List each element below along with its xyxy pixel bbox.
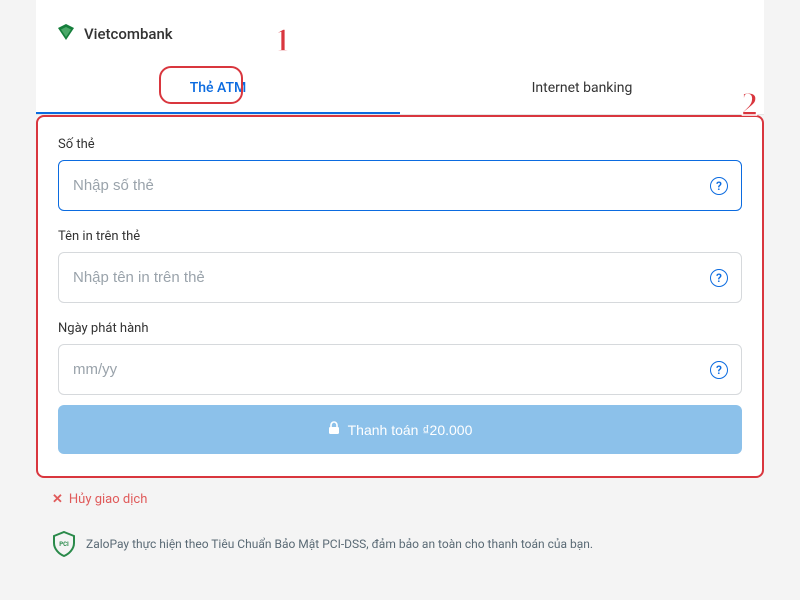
cancel-label: Hủy giao dịch bbox=[69, 492, 147, 507]
card-number-group: Số thẻ ? bbox=[58, 137, 742, 211]
bank-header: Vietcombank bbox=[36, 0, 764, 66]
svg-text:PCI: PCI bbox=[59, 541, 69, 548]
issue-date-input[interactable] bbox=[58, 344, 742, 395]
tab-internet-banking[interactable]: Internet banking bbox=[400, 66, 764, 114]
card-number-input-wrap: ? bbox=[58, 160, 742, 211]
issue-date-input-wrap: ? bbox=[58, 344, 742, 395]
security-footer: PCI ZaloPay thực hiện theo Tiêu Chuẩn Bả… bbox=[52, 531, 800, 557]
bank-header-panel: Vietcombank Thẻ ATM Internet banking bbox=[36, 0, 764, 115]
pay-button[interactable]: Thanh toán ₫20.000 bbox=[58, 405, 742, 454]
close-icon: ✕ bbox=[52, 492, 63, 507]
bank-name: Vietcombank bbox=[84, 25, 173, 43]
help-icon[interactable]: ? bbox=[710, 361, 728, 379]
pay-button-label: Thanh toán ₫20.000 bbox=[348, 422, 473, 438]
card-number-input[interactable] bbox=[58, 160, 742, 211]
card-name-input[interactable] bbox=[58, 252, 742, 303]
card-name-input-wrap: ? bbox=[58, 252, 742, 303]
card-name-group: Tên in trên thẻ ? bbox=[58, 229, 742, 303]
bank-logo-wrap: Vietcombank bbox=[56, 22, 173, 46]
card-name-label: Tên in trên thẻ bbox=[58, 229, 742, 244]
card-number-label: Số thẻ bbox=[58, 137, 742, 152]
pci-shield-icon: PCI bbox=[52, 531, 76, 557]
security-text: ZaloPay thực hiện theo Tiêu Chuẩn Bảo Mậ… bbox=[86, 537, 593, 551]
issue-date-label: Ngày phát hành bbox=[58, 321, 742, 336]
vietcombank-logo-icon bbox=[56, 22, 76, 46]
issue-date-group: Ngày phát hành ? bbox=[58, 321, 742, 395]
payment-tabs: Thẻ ATM Internet banking bbox=[36, 66, 764, 115]
help-icon[interactable]: ? bbox=[710, 177, 728, 195]
payment-form-card: Số thẻ ? Tên in trên thẻ ? Ngày phát hàn… bbox=[36, 115, 764, 478]
tab-atm-card[interactable]: Thẻ ATM bbox=[36, 66, 400, 114]
lock-icon bbox=[328, 421, 340, 438]
help-icon[interactable]: ? bbox=[710, 269, 728, 287]
cancel-transaction-link[interactable]: ✕ Hủy giao dịch bbox=[52, 492, 800, 507]
